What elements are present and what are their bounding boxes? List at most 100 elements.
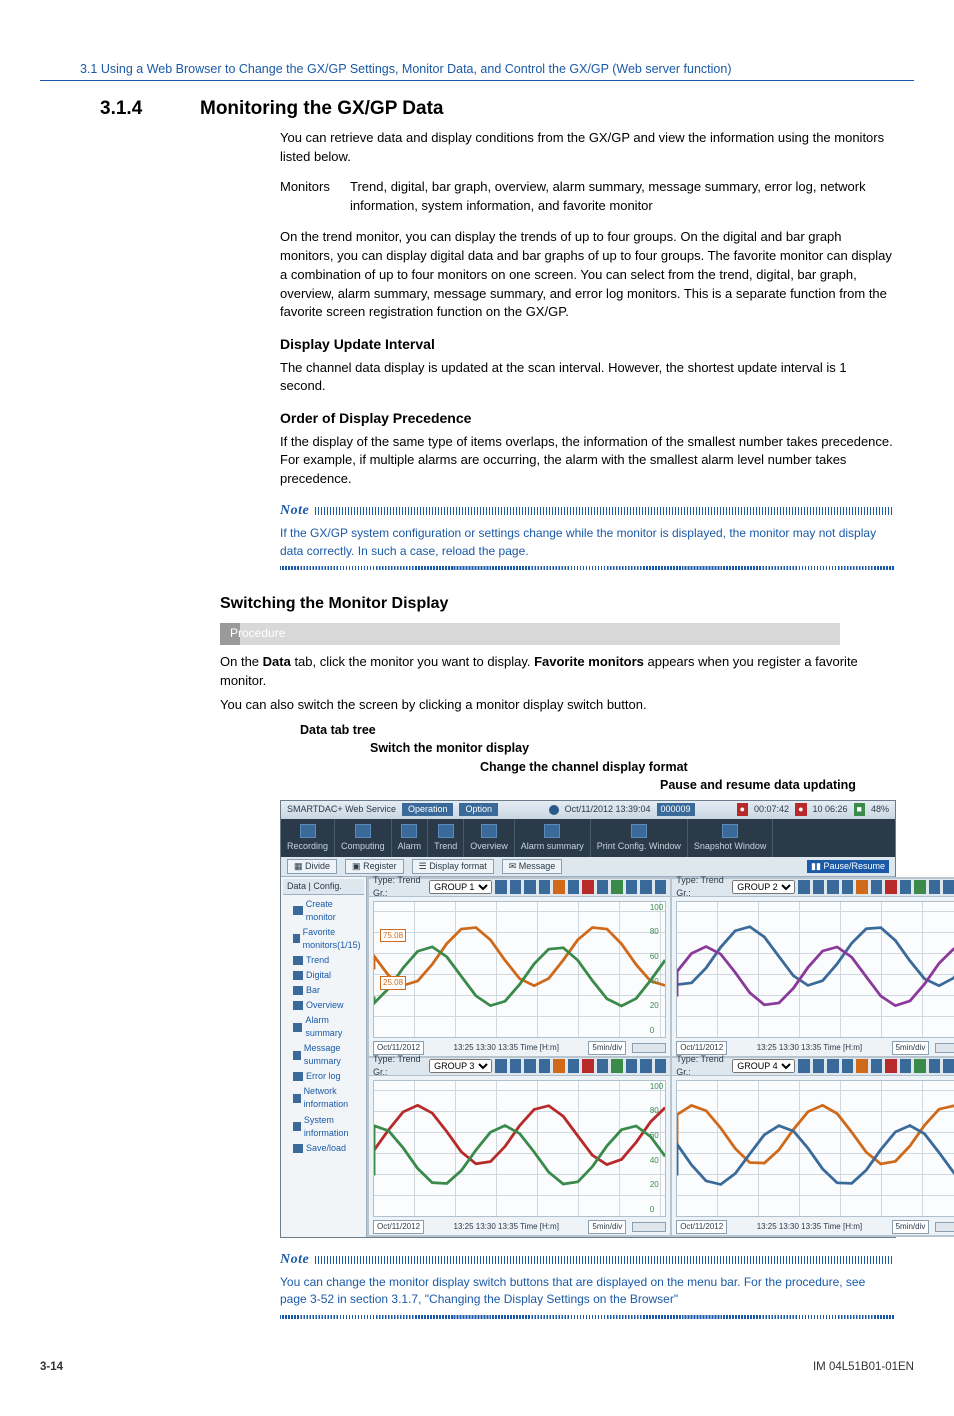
trend-plot: 210-1-2 <box>676 1080 954 1217</box>
tree-item[interactable]: Favorite monitors(1/15) <box>293 925 364 953</box>
tb-print[interactable]: Print Config. Window <box>591 819 688 857</box>
panel-tool-button[interactable] <box>539 1059 551 1073</box>
panel-tool-button[interactable] <box>842 880 854 894</box>
panel-tool-button[interactable] <box>611 880 623 894</box>
panel-tool-button[interactable] <box>553 1059 565 1073</box>
tb-recording[interactable]: Recording <box>281 819 335 857</box>
panel-tool-button[interactable] <box>871 880 883 894</box>
btn-pause-resume[interactable]: ▮▮ Pause/Resume <box>807 860 889 873</box>
panel-tool-button[interactable] <box>626 1059 638 1073</box>
tree-item-icon <box>293 1122 301 1131</box>
tree-item[interactable]: Network information <box>293 1084 364 1112</box>
panel-tool-button[interactable] <box>900 880 912 894</box>
panel-tool-button[interactable] <box>813 880 825 894</box>
panel-tool-button[interactable] <box>885 880 897 894</box>
breadcrumb: 3.1 Using a Web Browser to Change the GX… <box>40 60 914 81</box>
btn-message[interactable]: ✉ Message <box>502 859 563 874</box>
tree-item[interactable]: Message summary <box>293 1041 364 1069</box>
tree-item-label: Bar <box>306 984 320 997</box>
panel-tool-button[interactable] <box>900 1059 912 1073</box>
btn-register[interactable]: ▣ Register <box>345 859 404 874</box>
panel-tool-button[interactable] <box>943 1059 954 1073</box>
tb-overview[interactable]: Overview <box>464 819 515 857</box>
panel-tool-button[interactable] <box>871 1059 883 1073</box>
tree-item[interactable]: Digital <box>293 968 364 983</box>
monitors-text: Trend, digital, bar graph, overview, ala… <box>350 178 894 216</box>
tree-item[interactable]: Error log <box>293 1069 364 1084</box>
tree-item[interactable]: Bar <box>293 983 364 998</box>
panel-tool-button[interactable] <box>827 1059 839 1073</box>
group-select[interactable]: GROUP 4 <box>732 1059 795 1073</box>
panel-tool-button[interactable] <box>553 880 565 894</box>
panel-tool-button[interactable] <box>798 880 810 894</box>
time-scrollbar[interactable] <box>632 1222 666 1232</box>
tree-item[interactable]: Alarm summary <box>293 1013 364 1041</box>
time-scrollbar[interactable] <box>935 1043 954 1053</box>
tree-item[interactable]: System information <box>293 1113 364 1141</box>
panel-tool-button[interactable] <box>914 1059 926 1073</box>
panel-tool-button[interactable] <box>524 880 536 894</box>
tree-item[interactable]: Create monitor <box>293 897 364 925</box>
panel-tool-button[interactable] <box>640 880 652 894</box>
tb-snapshot[interactable]: Snapshot Window <box>688 819 774 857</box>
btn-divide[interactable]: ▦ Divide <box>287 859 337 874</box>
trend-wave <box>374 1081 665 1216</box>
tree-item-label: Save/load <box>306 1142 346 1155</box>
time-scrollbar[interactable] <box>935 1222 954 1232</box>
doc-number: IM 04L51B01-01EN <box>813 1359 914 1376</box>
header-time2: 10 06:26 <box>813 803 848 816</box>
panel-tool-button[interactable] <box>626 880 638 894</box>
panel-tool-button[interactable] <box>856 1059 868 1073</box>
panel-tool-button[interactable] <box>582 880 594 894</box>
tree-item[interactable]: Save/load <box>293 1141 364 1156</box>
trend-panel: Type: Trend Gr.:GROUP 3100806040200Oct/1… <box>369 1058 670 1235</box>
panel-tool-button[interactable] <box>568 880 580 894</box>
panel-tool-button[interactable] <box>813 1059 825 1073</box>
panel-tool-button[interactable] <box>827 880 839 894</box>
date-box: Oct/11/2012 <box>676 1220 727 1234</box>
y-tick: 0 <box>650 1204 663 1216</box>
tree-tab-config[interactable]: Config. <box>313 881 342 891</box>
tb-alarm[interactable]: Alarm <box>392 819 429 857</box>
y-tick: 20 <box>650 1179 663 1191</box>
tree-item[interactable]: Trend <box>293 953 364 968</box>
time-scrollbar[interactable] <box>632 1043 666 1053</box>
panel-tool-button[interactable] <box>611 1059 623 1073</box>
group-select[interactable]: GROUP 2 <box>732 880 795 894</box>
panel-tool-button[interactable] <box>914 880 926 894</box>
btn-dispfmt[interactable]: ☰ Display format <box>412 859 494 874</box>
panel-tool-button[interactable] <box>524 1059 536 1073</box>
tree-tab-data[interactable]: Data <box>287 881 306 891</box>
panel-tool-button[interactable] <box>929 1059 941 1073</box>
panel-tool-button[interactable] <box>943 880 954 894</box>
tb-computing[interactable]: Computing <box>335 819 392 857</box>
panel-tool-button[interactable] <box>597 1059 609 1073</box>
tree-item[interactable]: Overview <box>293 998 364 1013</box>
panel-tool-button[interactable] <box>856 880 868 894</box>
header-pct: 48% <box>871 803 889 816</box>
panel-tool-button[interactable] <box>582 1059 594 1073</box>
panel-tool-button[interactable] <box>597 880 609 894</box>
group-select[interactable]: GROUP 1 <box>429 880 492 894</box>
header-jobno: 000009 <box>657 803 695 816</box>
panel-tool-button[interactable] <box>798 1059 810 1073</box>
tb-alarmsum[interactable]: Alarm summary <box>515 819 591 857</box>
rate-box: 5min/div <box>588 1041 626 1055</box>
panel-tool-button[interactable] <box>655 1059 667 1073</box>
panel-tool-button[interactable] <box>495 880 507 894</box>
note2-head: Note <box>280 1250 894 1270</box>
tab-operation[interactable]: Operation <box>402 803 454 816</box>
tb-trend[interactable]: Trend <box>428 819 464 857</box>
panel-tool-button[interactable] <box>510 880 522 894</box>
panel-tool-button[interactable] <box>539 880 551 894</box>
panel-tool-button[interactable] <box>495 1059 507 1073</box>
panel-tool-button[interactable] <box>640 1059 652 1073</box>
panel-tool-button[interactable] <box>655 880 667 894</box>
tab-option[interactable]: Option <box>459 803 498 816</box>
panel-tool-button[interactable] <box>510 1059 522 1073</box>
panel-tool-button[interactable] <box>842 1059 854 1073</box>
panel-tool-button[interactable] <box>568 1059 580 1073</box>
panel-tool-button[interactable] <box>929 880 941 894</box>
panel-tool-button[interactable] <box>885 1059 897 1073</box>
group-select[interactable]: GROUP 3 <box>429 1059 492 1073</box>
